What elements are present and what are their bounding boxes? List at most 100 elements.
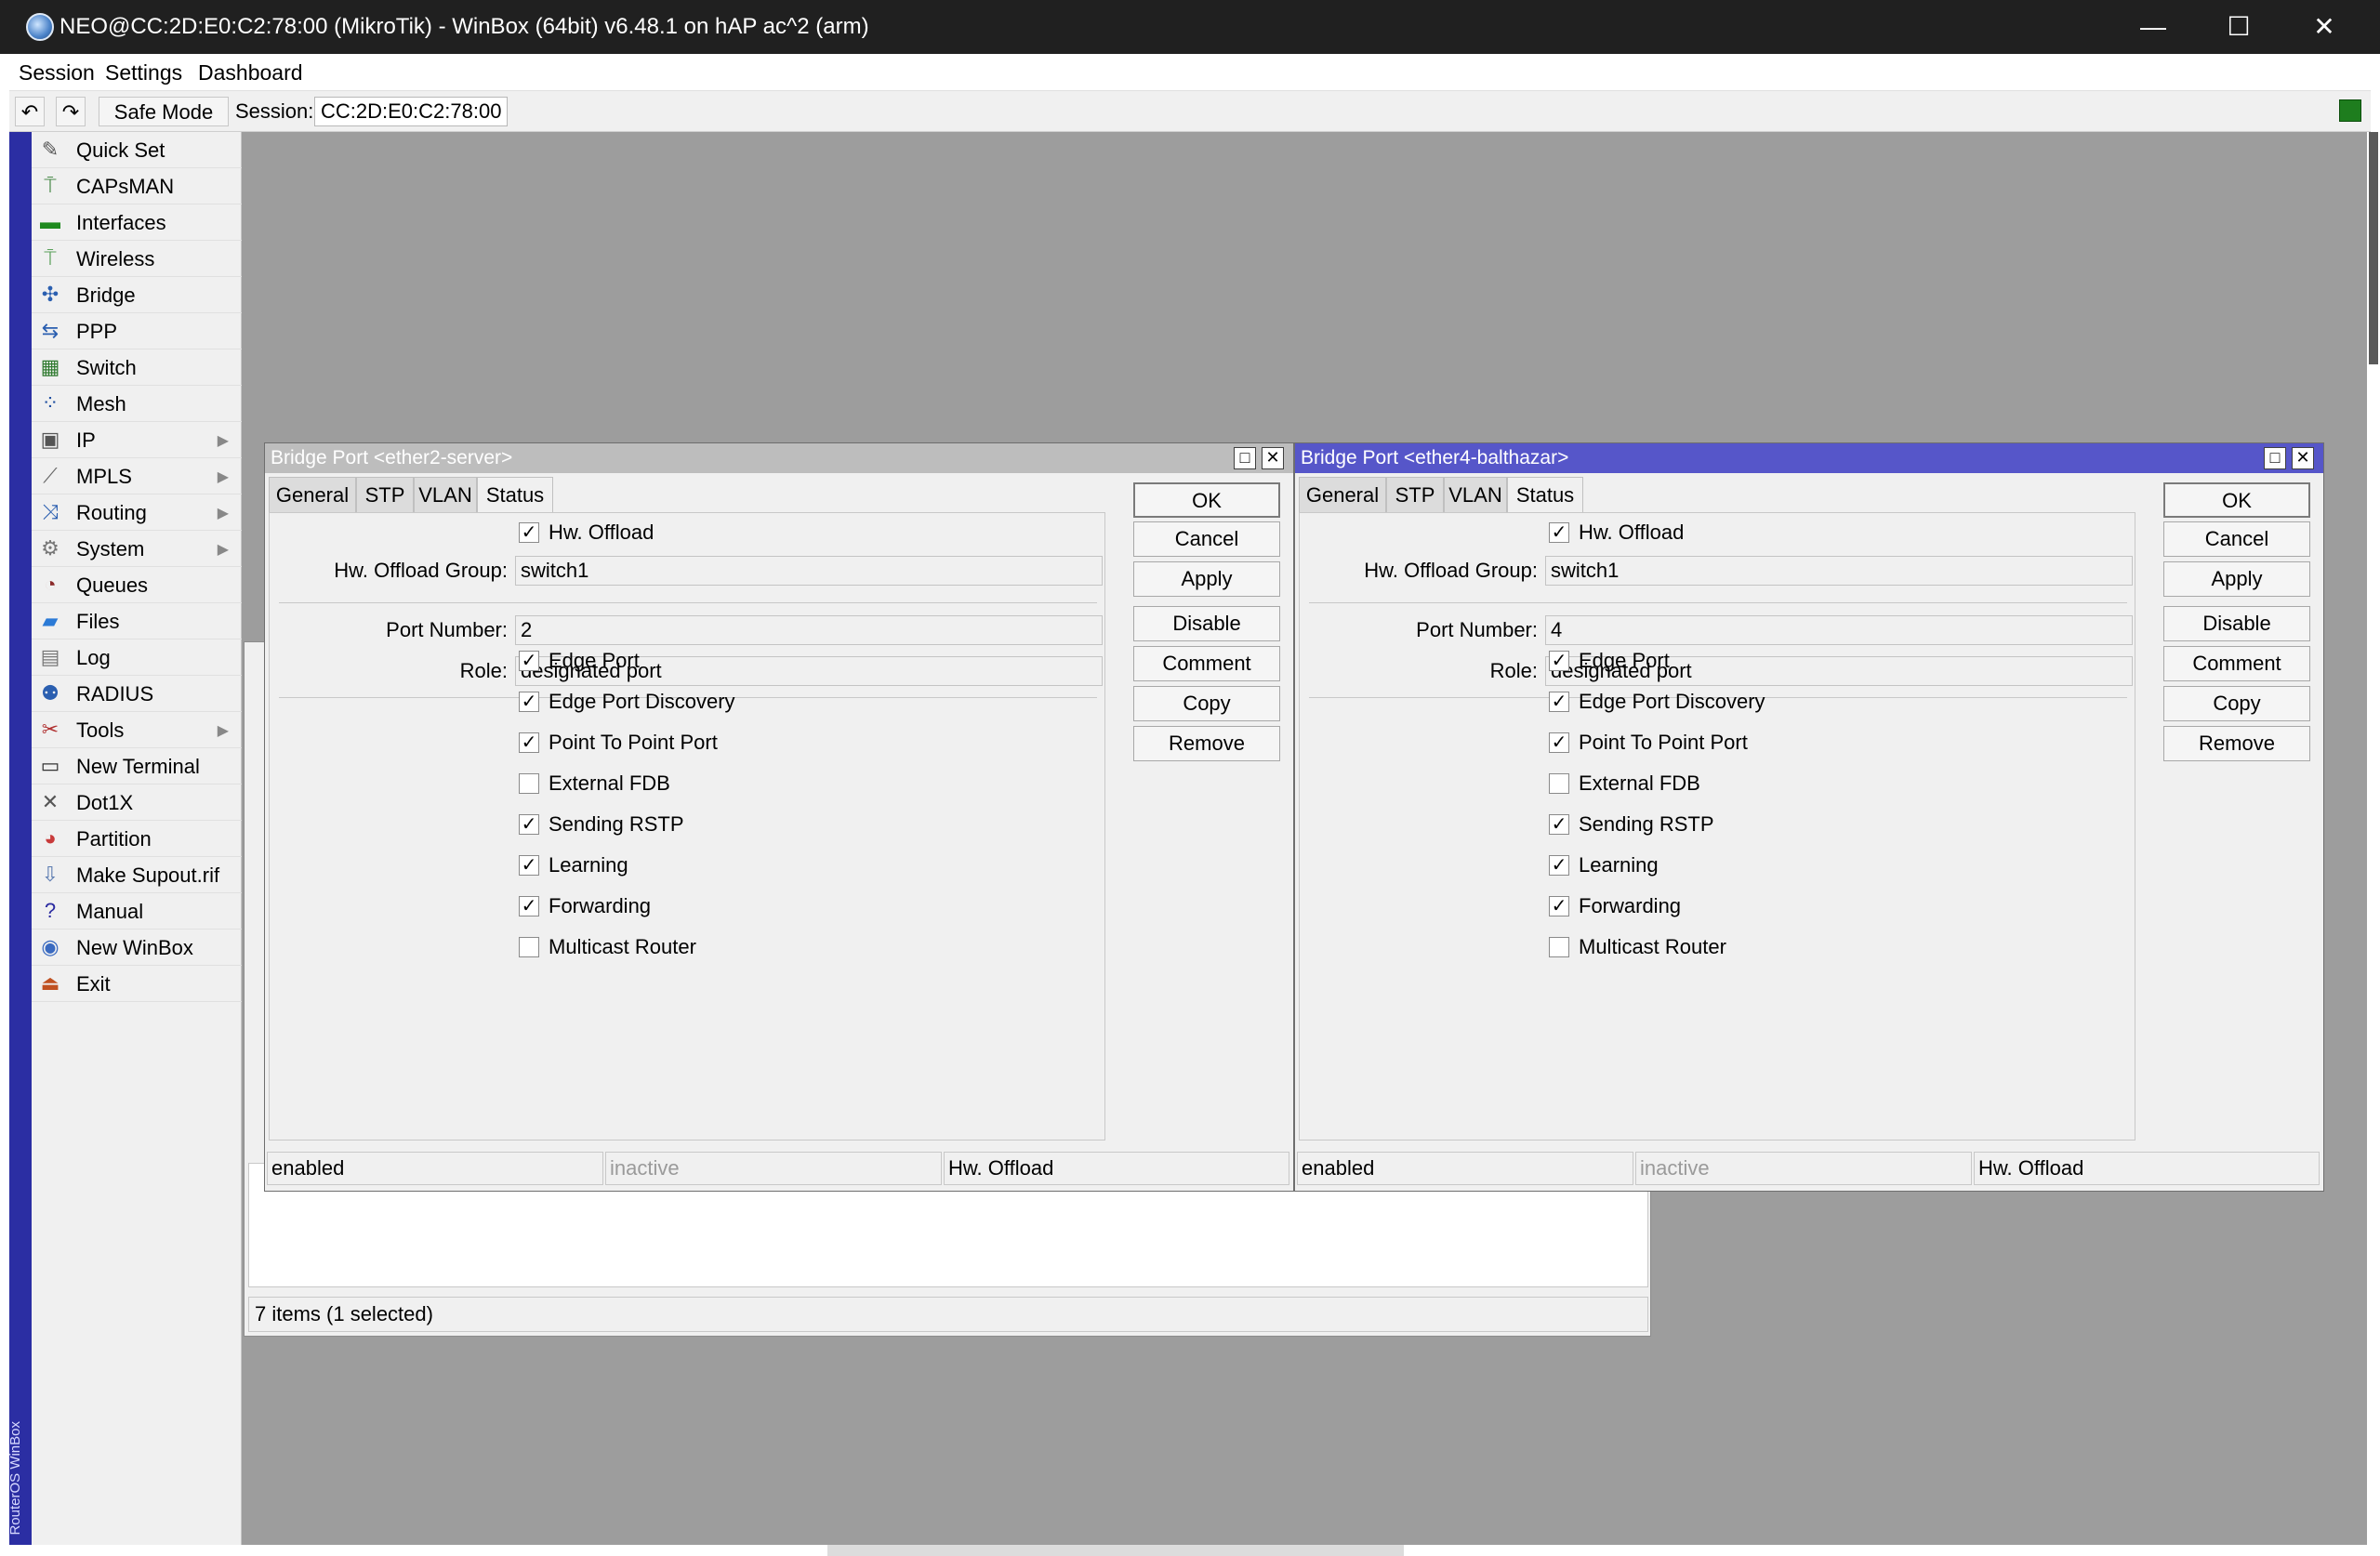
sidebar-item-radius[interactable]: ⚉ RADIUS	[32, 676, 242, 712]
sending-rstp-checkbox[interactable]: ✓	[1549, 814, 1569, 835]
sidebar-item-log[interactable]: ▤ Log	[32, 640, 242, 676]
sidebar-item-switch[interactable]: ▦ Switch	[32, 349, 242, 386]
multicast-router-checkbox[interactable]	[519, 937, 539, 957]
hw-offload-checkbox[interactable]: ✓	[1549, 522, 1569, 543]
bridge-port-window-title[interactable]: Bridge Port <ether2-server>	[265, 443, 1293, 473]
sidebar-item-routing[interactable]: ⤨ Routing ▶	[32, 494, 242, 531]
edge-port-discovery-checkbox[interactable]: ✓	[519, 692, 539, 712]
sidebar-item-new-terminal[interactable]: ▭ New Terminal	[32, 748, 242, 785]
submenu-arrow-icon: ▶	[217, 433, 229, 449]
sidebar-item-tools[interactable]: ✂ Tools ▶	[32, 712, 242, 748]
sidebar-item-label: IP	[76, 429, 96, 452]
hw-offload-group-field: switch1	[1545, 556, 2133, 586]
cancel-button[interactable]: Cancel	[2163, 521, 2310, 557]
undo-icon: ↶	[20, 100, 39, 124]
tab-status[interactable]: Status	[477, 477, 553, 512]
tab-status[interactable]: Status	[1507, 477, 1583, 512]
learning-checkbox[interactable]: ✓	[1549, 855, 1569, 876]
tab-vlan[interactable]: VLAN	[1444, 477, 1507, 512]
safe-mode-button[interactable]: Safe Mode	[99, 97, 229, 126]
cancel-button[interactable]: Cancel	[1133, 521, 1280, 557]
sidebar-item-exit[interactable]: ⏏ Exit	[32, 966, 242, 1002]
sidebar-item-mpls[interactable]: ⟋ MPLS ▶	[32, 458, 242, 494]
tab-stp[interactable]: STP	[1386, 477, 1444, 512]
minimize-button[interactable]: —	[2110, 0, 2196, 54]
sending-rstp-checkbox[interactable]: ✓	[519, 814, 539, 835]
sidebar-item-dot1x[interactable]: ✕ Dot1X	[32, 785, 242, 821]
sidebar-item-manual[interactable]: ? Manual	[32, 893, 242, 930]
ok-button[interactable]: OK	[2163, 482, 2310, 518]
undo-button[interactable]: ↶	[15, 97, 45, 126]
edge-port-label: Edge Port	[549, 649, 640, 672]
sidebar-item-bridge[interactable]: ✣ Bridge	[32, 277, 242, 313]
external-fdb-checkbox[interactable]	[519, 773, 539, 794]
sidebar-item-mesh[interactable]: ⁘ Mesh	[32, 386, 242, 422]
port-number-field: 4	[1545, 615, 2133, 645]
sidebar-item-label: System	[76, 537, 145, 560]
sidebar-item-label: Manual	[76, 900, 144, 923]
edge-port-checkbox[interactable]: ✓	[519, 651, 539, 671]
tab-stp[interactable]: STP	[356, 477, 414, 512]
maximize-window-button[interactable]: □	[2264, 447, 2286, 469]
sidebar-item-partition[interactable]: ◕ Partition	[32, 821, 242, 857]
submenu-arrow-icon: ▶	[217, 723, 229, 739]
point-to-point-port-checkbox[interactable]: ✓	[1549, 732, 1569, 753]
redo-button[interactable]: ↷	[56, 97, 86, 126]
mpls-icon: ⟋	[43, 464, 58, 487]
sidebar-item-label: RADIUS	[76, 682, 154, 705]
folder-icon: ▰	[42, 609, 59, 632]
apply-button[interactable]: Apply	[2163, 561, 2310, 597]
comment-button[interactable]: Comment	[1133, 646, 1280, 681]
comment-button[interactable]: Comment	[2163, 646, 2310, 681]
sidebar-item-wireless[interactable]: ⍑ Wireless	[32, 241, 242, 277]
sidebar-item-ppp[interactable]: ⇆ PPP	[32, 313, 242, 349]
maximize-window-button[interactable]: □	[1234, 447, 1256, 469]
sidebar-item-new-winbox[interactable]: ◉ New WinBox	[32, 930, 242, 966]
hw-offload-checkbox[interactable]: ✓	[519, 522, 539, 543]
sidebar-item-interfaces[interactable]: ▬ Interfaces	[32, 204, 242, 241]
multicast-router-label: Multicast Router	[1579, 935, 1726, 958]
edge-port-discovery-label: Edge Port Discovery	[549, 690, 735, 713]
menu-session[interactable]: Session	[19, 54, 95, 91]
close-window-button[interactable]: ✕	[1262, 447, 1284, 469]
tab-bar: General STP VLAN Status	[1299, 477, 1596, 512]
edge-port-checkbox[interactable]: ✓	[1549, 651, 1569, 671]
bridge-port-window-title[interactable]: Bridge Port <ether4-balthazar>	[1295, 443, 2323, 473]
menu-dashboard[interactable]: Dashboard	[198, 54, 303, 91]
forwarding-checkbox[interactable]: ✓	[519, 896, 539, 916]
tab-general[interactable]: General	[269, 477, 356, 512]
scrollbar-thumb[interactable]	[2369, 132, 2378, 364]
apply-button[interactable]: Apply	[1133, 561, 1280, 597]
external-fdb-checkbox[interactable]	[1549, 773, 1569, 794]
copy-button[interactable]: Copy	[1133, 686, 1280, 721]
learning-checkbox[interactable]: ✓	[519, 855, 539, 876]
sidebar-item-capsman[interactable]: ⍑ CAPsMAN	[32, 168, 242, 204]
window-title-bar: NEO@CC:2D:E0:C2:78:00 (MikroTik) - WinBo…	[0, 0, 2380, 54]
point-to-point-port-checkbox[interactable]: ✓	[519, 732, 539, 753]
close-window-button[interactable]: ✕	[2292, 447, 2314, 469]
multicast-router-checkbox[interactable]	[1549, 937, 1569, 957]
disable-button[interactable]: Disable	[1133, 606, 1280, 641]
sidebar-item-quick-set[interactable]: ✎ Quick Set	[32, 132, 242, 168]
sidebar-item-queues[interactable]: ◔ Queues	[32, 567, 242, 603]
point-to-point-port-label: Point To Point Port	[549, 731, 718, 754]
sidebar-item-files[interactable]: ▰ Files	[32, 603, 242, 640]
edge-port-discovery-checkbox[interactable]: ✓	[1549, 692, 1569, 712]
close-button[interactable]: ✕	[2281, 0, 2367, 54]
sidebar-item-make-supout-rif[interactable]: ⇩ Make Supout.rif	[32, 857, 242, 893]
remove-button[interactable]: Remove	[1133, 726, 1280, 761]
forwarding-checkbox[interactable]: ✓	[1549, 896, 1569, 916]
maximize-button[interactable]: ☐	[2196, 0, 2281, 54]
copy-button[interactable]: Copy	[2163, 686, 2310, 721]
ok-button[interactable]: OK	[1133, 482, 1280, 518]
tab-vlan[interactable]: VLAN	[414, 477, 477, 512]
disable-button[interactable]: Disable	[2163, 606, 2310, 641]
right-edge	[2367, 132, 2380, 1545]
sidebar-item-system[interactable]: ⚙ System ▶	[32, 531, 242, 567]
tab-bar: General STP VLAN Status	[269, 477, 566, 512]
menu-settings[interactable]: Settings	[105, 54, 182, 91]
tab-general[interactable]: General	[1299, 477, 1386, 512]
session-label: Session:	[235, 99, 314, 123]
remove-button[interactable]: Remove	[2163, 726, 2310, 761]
sidebar-item-ip[interactable]: ▣ IP ▶	[32, 422, 242, 458]
